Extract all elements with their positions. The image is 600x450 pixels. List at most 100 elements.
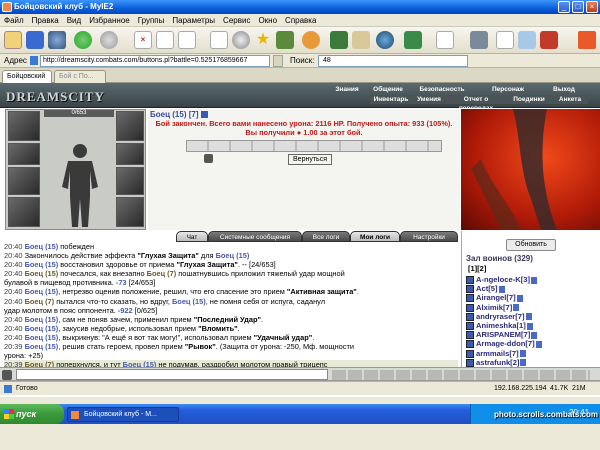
slot-shield[interactable] [116,167,144,195]
fighter-name[interactable]: Боец (15) [7] [150,110,208,119]
page-2-link[interactable]: [2] [477,264,486,273]
tab-my-logs[interactable]: Мои логи [350,231,400,242]
start-button[interactable]: пуск [0,404,64,424]
nav-transfers[interactable]: Отчет о переводах [446,95,506,112]
log-fighter-name[interactable]: Боец (15) [25,324,59,333]
info-icon[interactable] [498,285,505,293]
expand-icon[interactable] [578,31,596,49]
info-icon[interactable] [519,350,526,358]
nav-inventory[interactable]: Инвентарь [370,95,412,104]
tab-settings[interactable]: Настройки [400,231,458,242]
info-icon[interactable] [516,294,523,302]
nav-fights[interactable]: Поединки [506,95,552,104]
info-icon[interactable] [531,331,538,339]
stop-icon[interactable]: × [134,31,152,49]
menu-groups[interactable]: Группы [134,14,169,27]
save-icon[interactable] [26,31,44,49]
nav-character[interactable]: Персонаж [487,85,529,94]
player-name[interactable]: Animeshka[1] [476,321,526,330]
player-item[interactable]: astrafunk[2] [466,358,527,367]
log-fighter-name[interactable]: Боец (15) [25,242,59,251]
nav-profile[interactable]: Анкета [552,95,588,104]
close-button[interactable]: × [586,1,598,13]
slot-amulet[interactable] [8,143,40,165]
close-icon[interactable] [204,154,213,163]
new-icon[interactable] [4,31,22,49]
favorites-star-icon[interactable]: ★ [254,31,272,49]
tab-battle[interactable]: Бой с По... [54,70,106,83]
menu-tools[interactable]: Сервис [219,14,254,27]
edit-icon[interactable] [496,31,514,49]
window-icon[interactable] [404,31,422,49]
info-icon[interactable] [531,276,538,284]
tab-system-messages[interactable]: Системные сообщения [208,231,302,242]
player-name[interactable]: A-ngeloce-K[3] [476,275,530,284]
forward-icon[interactable] [100,31,118,49]
taskbar-window-button[interactable]: Бойцовский клуб - М... [67,407,179,422]
log-fighter-name[interactable]: Боец (15) [172,297,206,306]
address-input[interactable]: http://dreamscity.combats.com/buttons.pl… [40,55,270,67]
print-icon[interactable] [470,31,488,49]
font-icon[interactable] [352,31,370,49]
log-fighter-name[interactable]: Боец (7) [25,297,55,306]
player-name[interactable]: Act[5] [476,284,498,293]
player-name[interactable]: andryraser[7] [476,312,525,321]
log-fighter-name[interactable]: Боец (15) [25,333,59,342]
slot-gloves[interactable] [116,143,144,165]
log-fighter-name[interactable]: Боец (15) [123,360,157,367]
chat-input[interactable] [16,369,328,380]
slot-boots[interactable] [116,197,144,227]
info-icon[interactable] [525,313,532,321]
info-icon[interactable] [526,322,533,330]
back-icon[interactable] [74,31,92,49]
log-fighter-name[interactable]: Боец (7) [25,360,55,367]
slot-helmet[interactable] [8,111,40,141]
search-input[interactable]: 48 [318,55,468,67]
menu-help[interactable]: Справка [281,14,320,27]
player-name[interactable]: Airangel[7] [476,293,516,302]
mail-icon[interactable] [436,31,454,49]
menu-view[interactable]: Вид [63,14,85,27]
player-name[interactable]: astrafunk[2] [476,358,519,367]
page-1-link[interactable]: [1] [468,264,477,273]
menu-favorites[interactable]: Избранное [85,14,134,27]
return-button[interactable]: Вернуться [288,154,332,165]
refresh-button[interactable]: Обновить [506,239,556,251]
slot-armor[interactable] [8,197,40,227]
log-fighter-name[interactable]: Боец (15) [25,342,59,351]
network-icon[interactable] [376,31,394,49]
menu-file[interactable]: Файл [0,14,28,27]
chat-menu-icon[interactable] [2,370,12,380]
info-icon[interactable] [200,111,208,119]
minimize-button[interactable]: _ [558,1,570,13]
chat-action-icons[interactable] [332,370,590,380]
player-name[interactable]: Alximik[7] [476,303,512,312]
menu-options[interactable]: Параметры [168,14,219,27]
log-fighter-name[interactable]: Боец (15) [216,251,250,260]
log-fighter-name[interactable]: Боец (15) [25,287,59,296]
info-icon[interactable] [513,304,520,312]
globe-icon[interactable] [48,31,66,49]
player-name[interactable]: Armage-ddon[7] [476,339,535,348]
tab-club[interactable]: Бойцовский [2,70,52,83]
page-icon[interactable] [210,31,228,49]
spell-slots[interactable] [186,140,442,152]
history-icon[interactable] [276,31,294,49]
player-name[interactable]: ARISPANEM[7] [476,330,530,339]
menu-window[interactable]: Окно [254,14,281,27]
log-fighter-name[interactable]: Боец (15) [25,269,59,278]
grid-icon[interactable] [518,31,536,49]
log-fighter-name[interactable]: Боец (15) [25,315,59,324]
slot-earring[interactable] [116,111,144,141]
home-icon[interactable] [178,31,196,49]
refresh-icon[interactable] [156,31,174,49]
maximize-button[interactable]: □ [572,1,584,13]
player-name[interactable]: armmails[7] [476,349,519,358]
nav-knowledge[interactable]: Знания [327,85,367,94]
info-icon[interactable] [535,340,542,348]
tools-icon[interactable] [540,31,558,49]
tab-chat[interactable]: Чат [176,231,208,242]
log-fighter-name[interactable]: Боец (7) [147,269,177,278]
tree-icon[interactable] [330,31,348,49]
log-fighter-name[interactable]: Боец (15) [25,260,59,269]
